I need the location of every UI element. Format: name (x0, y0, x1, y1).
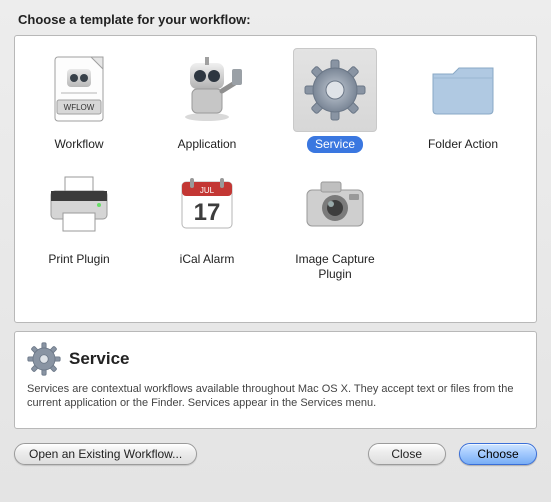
template-application[interactable]: Application (143, 48, 271, 153)
template-label: Folder Action (420, 136, 506, 153)
template-label: Application (170, 136, 245, 153)
template-ical-alarm[interactable]: JUL 17 iCal Alarm (143, 163, 271, 283)
dialog-heading: Choose a template for your workflow: (18, 12, 537, 27)
template-label: Image Capture Plugin (271, 251, 399, 283)
template-folder-action[interactable]: Folder Action (399, 48, 527, 153)
printer-icon (37, 163, 121, 247)
template-description-panel: Service Services are contextual workflow… (14, 331, 537, 429)
choose-button[interactable]: Choose (459, 443, 537, 465)
template-label: Workflow (46, 136, 111, 153)
folder-icon (421, 48, 505, 132)
svg-text:JUL: JUL (200, 186, 215, 195)
template-service[interactable]: Service (271, 48, 399, 153)
service-gear-icon (27, 342, 61, 376)
templates-panel: WFLOW Workflow (14, 35, 537, 323)
close-button[interactable]: Close (368, 443, 446, 465)
automator-robot-icon (165, 48, 249, 132)
svg-text:WFLOW: WFLOW (64, 103, 95, 112)
calendar-icon: JUL 17 (165, 163, 249, 247)
template-label: Service (307, 136, 363, 153)
open-existing-workflow-button[interactable]: Open an Existing Workflow... (14, 443, 197, 465)
dialog-footer: Open an Existing Workflow... Close Choos… (14, 443, 537, 465)
template-image-capture-plugin[interactable]: Image Capture Plugin (271, 163, 399, 283)
template-workflow[interactable]: WFLOW Workflow (15, 48, 143, 153)
workflow-document-icon: WFLOW (37, 48, 121, 132)
template-label: Print Plugin (40, 251, 117, 268)
description-body: Services are contextual workflows availa… (27, 382, 524, 410)
template-print-plugin[interactable]: Print Plugin (15, 163, 143, 283)
camera-icon (293, 163, 377, 247)
service-gear-icon (293, 48, 377, 132)
description-title: Service (69, 349, 130, 369)
template-label: iCal Alarm (172, 251, 243, 268)
svg-text:17: 17 (194, 199, 221, 226)
